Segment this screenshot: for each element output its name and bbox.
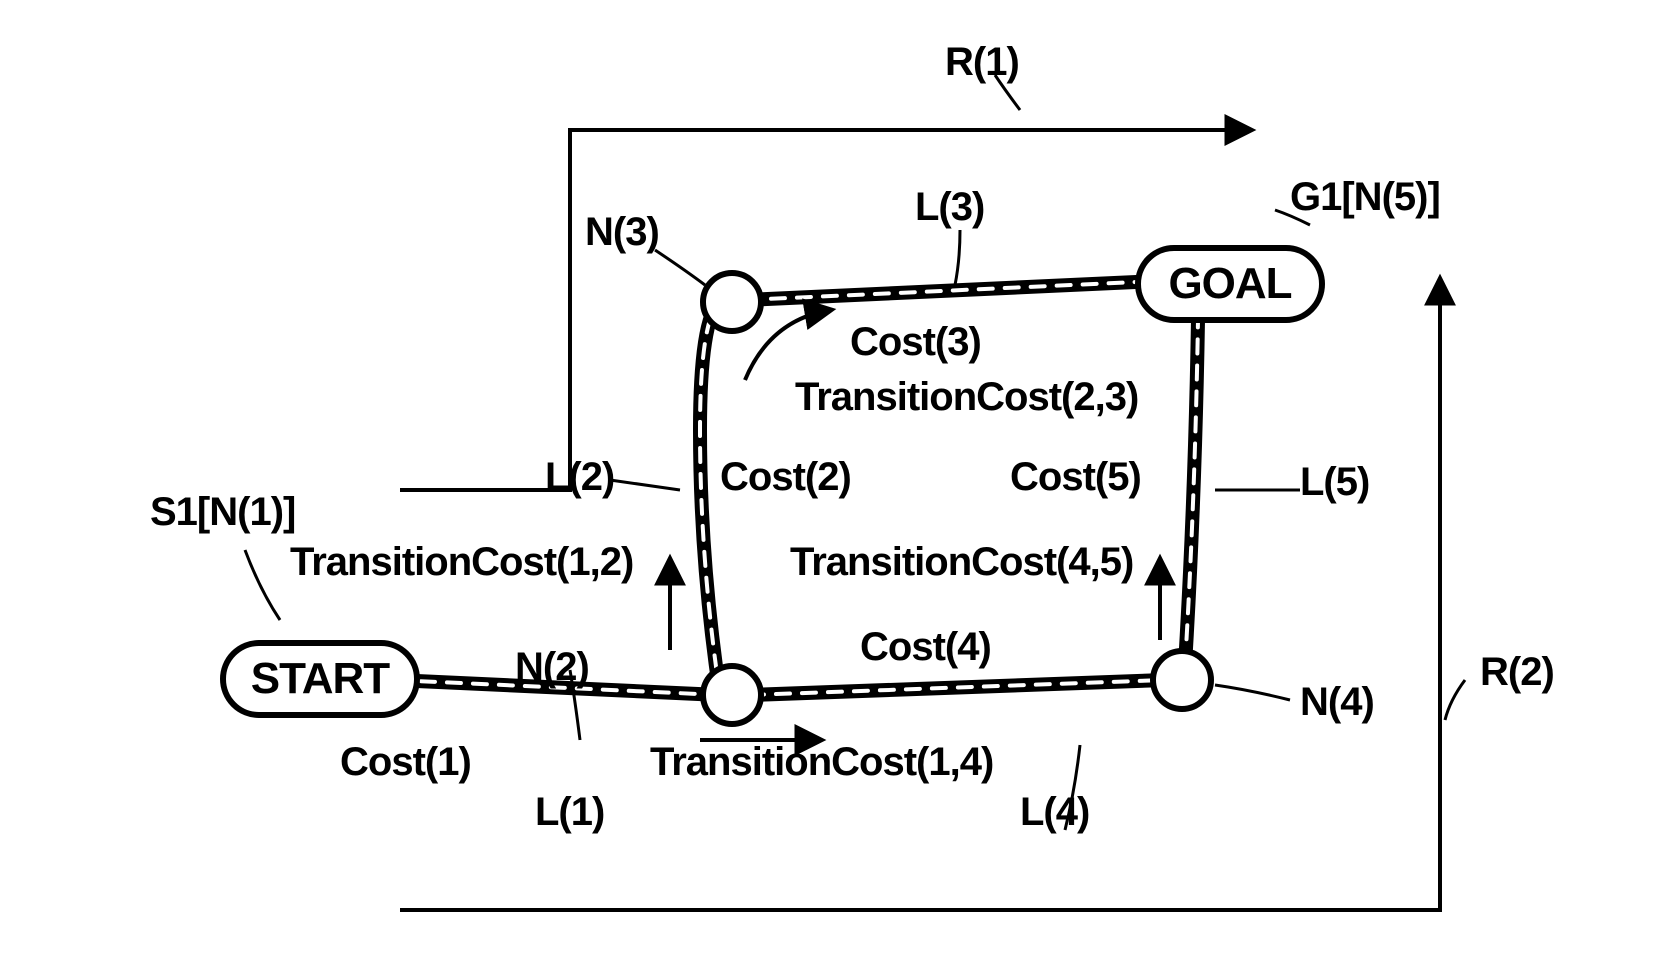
label-g1: G1[N(5)] (1290, 175, 1440, 220)
label-l2: L(2) (545, 455, 614, 500)
label-cost2: Cost(2) (720, 455, 851, 500)
label-n2: N(2) (515, 645, 589, 690)
label-cost5: Cost(5) (1010, 455, 1141, 500)
label-l4: L(4) (1020, 790, 1089, 835)
label-l5: L(5) (1300, 460, 1369, 505)
label-l1: L(1) (535, 790, 604, 835)
node-n4 (1150, 648, 1214, 712)
label-n3: N(3) (585, 210, 659, 255)
label-tc23: TransitionCost(2,3) (795, 375, 1138, 420)
label-r2: R(2) (1480, 650, 1554, 695)
label-tc14: TransitionCost(1,4) (650, 740, 993, 785)
label-tc12: TransitionCost(1,2) (290, 540, 633, 585)
label-cost3: Cost(3) (850, 320, 981, 365)
label-l3: L(3) (915, 185, 984, 230)
label-cost1: Cost(1) (340, 740, 471, 785)
start-node: START (220, 640, 420, 718)
label-tc45: TransitionCost(4,5) (790, 540, 1133, 585)
node-n2 (700, 663, 764, 727)
label-s1: S1[N(1)] (150, 490, 295, 535)
label-r1: R(1) (945, 40, 1019, 85)
node-n3 (700, 270, 764, 334)
goal-node: GOAL (1135, 245, 1325, 323)
label-n4: N(4) (1300, 680, 1374, 725)
label-cost4: Cost(4) (860, 625, 991, 670)
